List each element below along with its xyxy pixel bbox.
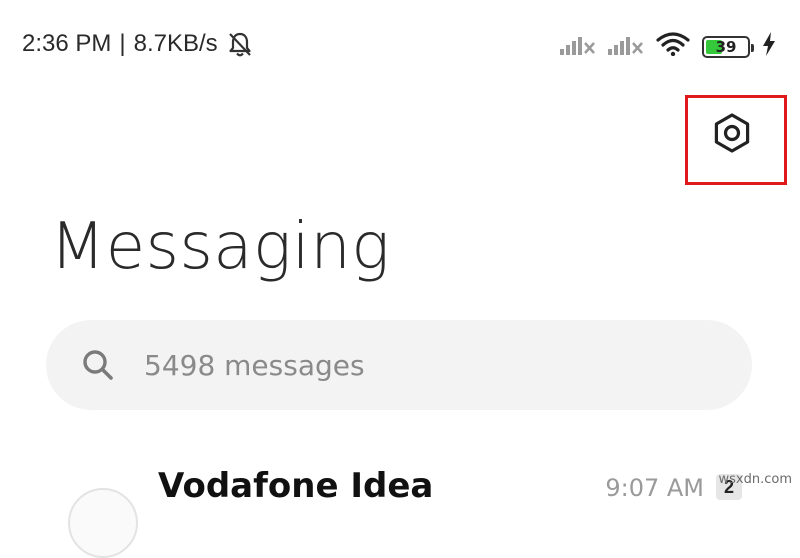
conversation-sender: Vodafone Idea: [158, 466, 434, 506]
status-separator: |: [119, 30, 126, 57]
settings-button[interactable]: [700, 108, 764, 162]
search-bar[interactable]: [46, 320, 752, 410]
battery-icon: 39: [702, 35, 754, 58]
status-time: 2:36 PM: [22, 30, 112, 57]
search-icon: [80, 347, 116, 383]
battery-level: 39: [715, 37, 737, 56]
avatar: [68, 488, 138, 558]
conversation-item[interactable]: Vodafone Idea 9:07 AM 2: [0, 440, 800, 558]
network-speed: 8.7KB/s: [133, 30, 218, 57]
status-bar: 2:36 PM | 8.7KB/s 39: [0, 0, 800, 90]
settings-hexagon-icon: [710, 111, 754, 160]
bell-off-icon: [226, 30, 254, 58]
status-left: 2:36 PM | 8.7KB/s: [22, 30, 254, 58]
search-input[interactable]: [142, 347, 706, 383]
page-title: Messaging: [50, 210, 391, 284]
charging-bolt-icon: [762, 32, 776, 61]
conversation-time: 9:07 AM: [605, 474, 704, 502]
watermark: wsxdn.com: [718, 472, 793, 487]
signal-no-service-icon: [608, 33, 644, 60]
signal-no-service-icon: [560, 33, 596, 60]
status-right: 39: [560, 32, 776, 61]
wifi-icon: [656, 32, 690, 61]
